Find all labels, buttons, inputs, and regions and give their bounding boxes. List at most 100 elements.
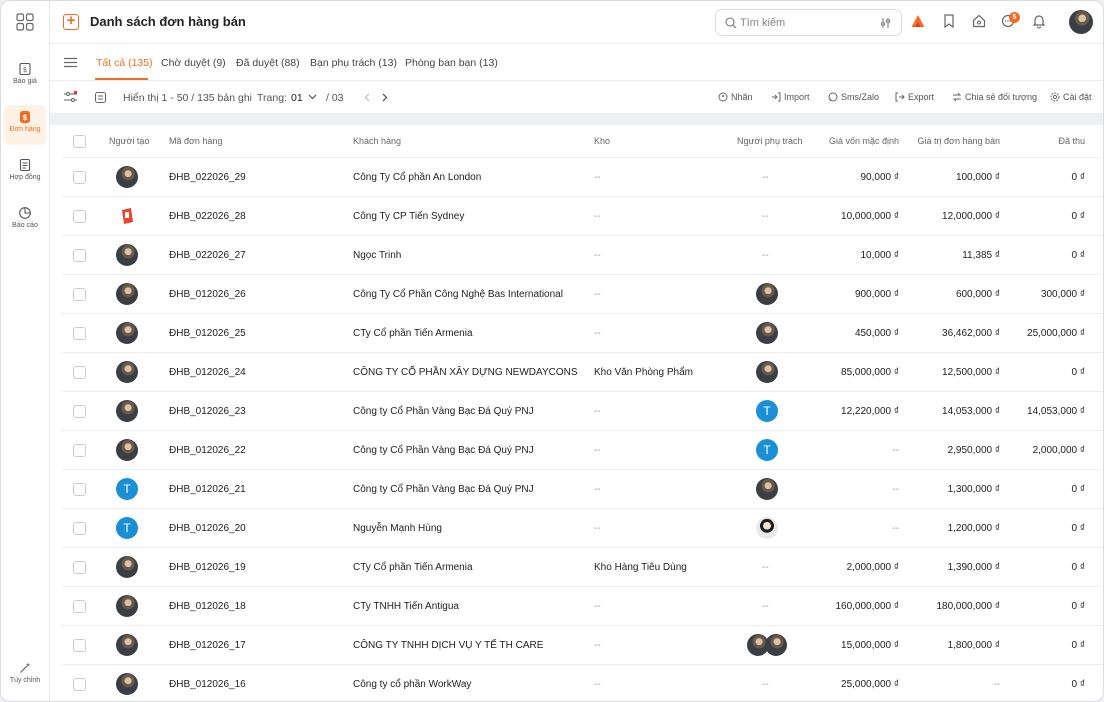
order-code-link[interactable]: ĐHB_022026_29 [169, 172, 246, 183]
order-code-link[interactable]: ĐHB_012026_24 [169, 367, 246, 378]
sms-zalo-button[interactable]: Sms/Zalo [828, 92, 879, 102]
share-object-button[interactable]: Chia sẻ đối tượng [952, 92, 1037, 102]
table-row[interactable]: ĐHB_022026_27 Ngọc Trinh -- -- 10,000 ₫ 11,38… [62, 236, 1102, 275]
row-checkbox[interactable] [73, 366, 86, 379]
settings-button[interactable]: Cài đặt [1050, 92, 1092, 102]
row-checkbox[interactable] [73, 600, 86, 613]
creator-avatar [116, 439, 138, 461]
label-button[interactable]: Nhãn [718, 92, 753, 102]
table-row[interactable]: ĐHB_022026_29 Công Ty Cổ phần An London --… [62, 158, 1102, 197]
col-header-warehouse[interactable]: Kho [594, 136, 610, 146]
order-code-link[interactable]: ĐHB_012026_20 [169, 523, 246, 534]
table-row[interactable]: ĐHB_012026_18 CTy TNHH Tiến Antigua -- -- 16… [62, 587, 1102, 626]
customer-name: Công ty Cổ Phần Vàng Bạc Đá Quý PNJ [353, 484, 534, 495]
order-code-link[interactable]: ĐHB_012026_16 [169, 679, 246, 690]
column-layout-icon[interactable] [95, 92, 106, 103]
order-code-link[interactable]: ĐHB_012026_18 [169, 601, 246, 612]
chevron-right-icon[interactable] [382, 93, 388, 102]
export-icon [895, 92, 905, 102]
home-icon[interactable] [971, 13, 987, 29]
table-row[interactable]: ĐHB_012026_22 Công ty Cổ Phần Vàng Bạc Đá… [62, 431, 1102, 470]
table-row[interactable]: ĐHB_022026_28 Công Ty CP Tiến Sydney -- -- 1… [62, 197, 1102, 236]
creator-avatar [116, 166, 138, 188]
export-button[interactable]: Export [895, 92, 934, 102]
apps-grid-icon[interactable] [16, 13, 34, 31]
gear-icon [1050, 92, 1060, 102]
table-row[interactable]: ĐHB_012026_17 CÔNG TY TNHH DỊCH VỤ Y TẾ T… [62, 626, 1102, 665]
tab-approved[interactable]: Đã duyệt (88) [236, 57, 300, 69]
order-code-link[interactable]: ĐHB_022026_28 [169, 211, 246, 222]
row-checkbox[interactable] [73, 444, 86, 457]
sidebar-item-quote[interactable]: $ Báo giá [4, 57, 46, 97]
col-header-cost[interactable]: Giá vốn mặc định [829, 136, 899, 146]
col-header-owner[interactable]: Người phụ trách [737, 136, 802, 146]
order-code-link[interactable]: ĐHB_012026_17 [169, 640, 246, 651]
col-header-value[interactable]: Giá trị đơn hàng bán [918, 136, 1000, 146]
table-row[interactable]: ĐHB_012026_19 CTy Cổ phần Tiến Armenia Kho… [62, 548, 1102, 587]
tab-all[interactable]: Tất cả (135) [96, 57, 153, 69]
table-row[interactable]: T ĐHB_012026_20 Nguyễn Mạnh Hùng -- -- 1,200,… [62, 509, 1102, 548]
sidebar-item-label: Báo giá [13, 78, 37, 85]
menu-icon[interactable] [64, 57, 77, 68]
row-checkbox[interactable] [73, 561, 86, 574]
col-header-customer[interactable]: Khách hàng [353, 136, 401, 146]
owner-empty: -- [762, 679, 769, 690]
default-cost: -- [892, 484, 899, 495]
table-row[interactable]: T ĐHB_012026_21 Công ty Cổ Phần Vàng Bạc Đ… [62, 470, 1102, 509]
filter-settings-icon[interactable] [64, 91, 77, 103]
sidebar-item-customize[interactable]: Tùy chỉnh [4, 656, 46, 696]
row-checkbox[interactable] [73, 327, 86, 340]
row-checkbox[interactable] [73, 249, 86, 262]
tab-my-department[interactable]: Phòng ban bạn (13) [405, 57, 498, 69]
amount-paid: 0 ₫ [1071, 367, 1085, 378]
table-row[interactable]: ĐHB_012026_23 Công ty Cổ Phần Vàng Bạc Đá… [62, 392, 1102, 431]
order-code-link[interactable]: ĐHB_022026_27 [169, 250, 246, 261]
col-header-paid[interactable]: Đã thu [1058, 136, 1085, 146]
table-row[interactable]: ĐHB_012026_26 Công Ty Cổ Phần Công Nghệ B… [62, 275, 1102, 314]
row-checkbox[interactable] [73, 288, 86, 301]
row-checkbox[interactable] [73, 678, 86, 691]
bell-icon[interactable] [1031, 13, 1047, 29]
owner-avatar [756, 361, 778, 383]
row-checkbox[interactable] [73, 171, 86, 184]
sidebar-item-contracts[interactable]: Hợp đồng [4, 153, 46, 193]
row-checkbox[interactable] [73, 639, 86, 652]
row-checkbox[interactable] [73, 210, 86, 223]
bookmark-icon[interactable] [941, 13, 957, 29]
col-header-code[interactable]: Mã đơn hàng [169, 136, 222, 146]
filter-sliders-icon[interactable] [880, 17, 892, 29]
amount-paid: 0 ₫ [1071, 250, 1085, 261]
order-code-link[interactable]: ĐHB_012026_26 [169, 289, 246, 300]
order-code-link[interactable]: ĐHB_012026_22 [169, 445, 246, 456]
page-select[interactable]: 01 [291, 92, 303, 104]
order-code-link[interactable]: ĐHB_012026_21 [169, 484, 246, 495]
sidebar-item-orders[interactable]: $ Đơn hàng [4, 105, 46, 145]
table-row[interactable]: ĐHB_012026_25 CTy Cổ phần Tiến Armenia -- 4… [62, 314, 1102, 353]
sidebar-item-reports[interactable]: Báo cáo [4, 201, 46, 241]
order-code-link[interactable]: ĐHB_012026_23 [169, 406, 246, 417]
import-button[interactable]: Import [771, 92, 810, 102]
add-order-button[interactable]: + [63, 13, 79, 30]
row-checkbox[interactable] [73, 483, 86, 496]
default-cost: -- [892, 445, 899, 456]
search-input[interactable]: Tìm kiếm [715, 9, 902, 36]
row-checkbox[interactable] [73, 405, 86, 418]
select-all-checkbox[interactable] [73, 135, 86, 148]
user-avatar[interactable] [1069, 10, 1093, 34]
table-row[interactable]: ĐHB_012026_16 Công ty cổ phần WorkWay -- --… [62, 665, 1102, 701]
creator-avatar-initial: T [116, 478, 138, 500]
owner-empty: -- [762, 211, 769, 222]
tab-pending[interactable]: Chờ duyệt (9) [161, 57, 226, 69]
order-code-link[interactable]: ĐHB_012026_25 [169, 328, 246, 339]
customer-name: Ngọc Trinh [353, 250, 402, 261]
chevron-down-icon[interactable] [308, 94, 317, 100]
brand-logo-icon[interactable] [910, 13, 926, 29]
row-checkbox[interactable] [73, 522, 86, 535]
order-value: 1,800,000 ₫ [947, 640, 1000, 651]
table-row[interactable]: ĐHB_012026_24 CÔNG TY CỔ PHẦN XÂY DỰNG NE… [62, 353, 1102, 392]
order-value: -- [993, 679, 1000, 690]
tab-my-responsibility[interactable]: Bạn phụ trách (13) [310, 57, 397, 69]
chevron-left-icon[interactable] [364, 93, 370, 102]
sidebar: $ Báo giá $ Đơn hàng Hợp đồng Báo cáo Tù… [1, 1, 50, 701]
order-code-link[interactable]: ĐHB_012026_19 [169, 562, 246, 573]
